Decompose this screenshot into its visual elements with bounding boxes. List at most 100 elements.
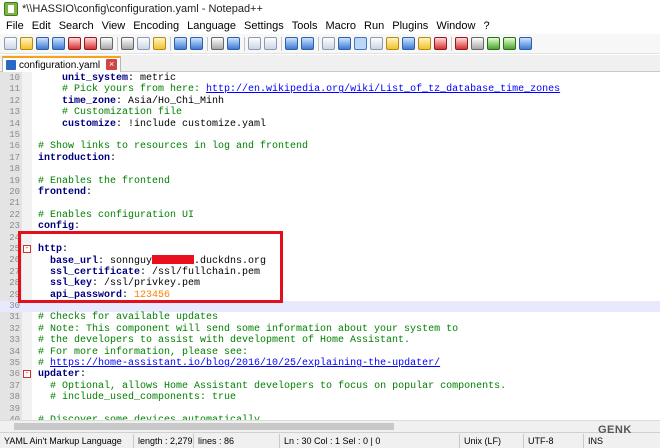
tab-configuration-yaml[interactable]: configuration.yaml ×	[2, 56, 122, 72]
cut-icon[interactable]	[121, 37, 134, 50]
menu-item[interactable]: Macro	[321, 18, 360, 34]
yaml-link[interactable]: http://en.wikipedia.org/wiki/List_of_tz_…	[206, 84, 560, 95]
toolbar	[0, 34, 660, 54]
monitoring-icon[interactable]	[434, 37, 447, 50]
yaml-text: : Asia/Ho_Chi_Minh	[116, 95, 225, 107]
code-line[interactable]: 34 # For more information, please see:	[0, 347, 660, 358]
yaml-key: frontend	[38, 187, 87, 198]
code-line[interactable]: 12 time_zone: Asia/Ho_Chi_Minh	[0, 96, 660, 107]
record-macro-icon[interactable]	[455, 37, 468, 50]
toolbar-separator	[451, 36, 452, 51]
code-line[interactable]: 36- updater:	[0, 369, 660, 380]
save-icon[interactable]	[36, 37, 49, 50]
code-text: customize: !include customize.yaml	[38, 119, 266, 130]
menu-item[interactable]: Tools	[288, 18, 322, 34]
code-line[interactable]: 14 customize: !include customize.yaml	[0, 119, 660, 130]
doc-map-icon[interactable]	[386, 37, 399, 50]
code-line[interactable]: 39	[0, 404, 660, 415]
scrollbar-thumb[interactable]	[14, 423, 394, 430]
code-line[interactable]: 38 # include_used_components: true	[0, 392, 660, 403]
zoom-in-icon[interactable]	[248, 37, 261, 50]
function-list-icon[interactable]	[402, 37, 415, 50]
line-number: 32	[9, 323, 20, 334]
code-line[interactable]: 19 # Enables the frontend	[0, 176, 660, 187]
tab-close-icon[interactable]: ×	[106, 59, 118, 70]
save-macro-icon[interactable]	[519, 37, 532, 50]
paste-icon[interactable]	[153, 37, 166, 50]
word-wrap-icon[interactable]	[322, 37, 335, 50]
editor-area[interactable]: 10 unit_system: metric 11 # Pick yours fr…	[0, 72, 660, 420]
menu-item[interactable]: View	[98, 18, 130, 34]
code-line[interactable]: 11 # Pick yours from here: http://en.wik…	[0, 84, 660, 95]
yaml-link[interactable]: https://home-assistant.io/blog/2016/10/2…	[50, 358, 440, 369]
menu-item[interactable]: Run	[360, 18, 388, 34]
fold-toggle-icon[interactable]: -	[23, 370, 31, 379]
code-line[interactable]: 37 # Optional, allows Home Assistant dev…	[0, 381, 660, 392]
open-file-icon[interactable]	[20, 37, 33, 50]
line-number: 31	[9, 312, 20, 323]
toolbar-separator	[281, 36, 282, 51]
play-macro-icon[interactable]	[487, 37, 500, 50]
menu-item[interactable]: Plugins	[388, 18, 432, 34]
undo-icon[interactable]	[174, 37, 187, 50]
stop-macro-icon[interactable]	[471, 37, 484, 50]
yaml-text: :	[86, 187, 93, 198]
menu-bar: File Edit Search View Encoding Language Settin…	[0, 18, 660, 34]
menu-item[interactable]: Settings	[240, 18, 288, 34]
save-all-icon[interactable]	[52, 37, 65, 50]
yaml-comment: # Note: This component will send some in…	[38, 323, 459, 335]
line-number: 17	[9, 152, 20, 163]
yaml-text: :	[110, 152, 117, 164]
code-text: # include_used_components: true	[38, 392, 236, 403]
code-line[interactable]: 31 # Checks for available updates	[0, 312, 660, 323]
line-number: 20	[9, 187, 20, 197]
find-icon[interactable]	[211, 37, 224, 50]
menu-item[interactable]: Language	[183, 18, 240, 34]
indent-guide-icon[interactable]	[354, 37, 367, 50]
code-line[interactable]: 21	[0, 198, 660, 209]
language-icon[interactable]	[370, 37, 383, 50]
code-line[interactable]: 13 # Customization file	[0, 107, 660, 118]
line-number: 26	[9, 255, 20, 266]
code-line[interactable]: 33 # the developers to assist with develo…	[0, 335, 660, 346]
menu-item[interactable]: Window	[432, 18, 479, 34]
code-line[interactable]: 15	[0, 130, 660, 141]
line-number: 21	[9, 198, 20, 209]
code-line[interactable]: 17 introduction:	[0, 153, 660, 164]
folder-workspace-icon[interactable]	[418, 37, 431, 50]
yaml-comment: # Show links to resources in log and fro…	[38, 141, 309, 153]
show-all-chars-icon[interactable]	[338, 37, 351, 50]
sync-vertical-icon[interactable]	[285, 37, 298, 50]
copy-icon[interactable]	[137, 37, 150, 50]
menu-item[interactable]: Encoding	[129, 18, 183, 34]
new-file-icon[interactable]	[4, 37, 17, 50]
code-text: updater:	[38, 369, 86, 380]
code-line[interactable]: 35 # https://home-assistant.io/blog/2016/…	[0, 358, 660, 369]
code-line[interactable]: 32 # Note: This component will send some …	[0, 324, 660, 335]
zoom-out-icon[interactable]	[264, 37, 277, 50]
code-line[interactable]: 10 unit_system: metric	[0, 73, 660, 84]
replace-icon[interactable]	[227, 37, 240, 50]
yaml-comment: # Enables the frontend	[38, 175, 171, 187]
close-icon[interactable]	[68, 37, 81, 50]
menu-item[interactable]: ?	[479, 18, 493, 34]
yaml-key: customize	[62, 118, 117, 130]
http-section-highlight	[18, 231, 283, 303]
run-macro-multiple-icon[interactable]	[503, 37, 516, 50]
horizontal-scrollbar[interactable]	[0, 420, 660, 432]
yaml-text	[38, 107, 62, 118]
code-line[interactable]: 18	[0, 164, 660, 175]
sync-horizontal-icon[interactable]	[301, 37, 314, 50]
close-all-icon[interactable]	[84, 37, 97, 50]
print-icon[interactable]	[100, 37, 113, 50]
redo-icon[interactable]	[190, 37, 203, 50]
code-text: # Show links to resources in log and fro…	[38, 141, 308, 152]
code-line[interactable]: 16 # Show links to resources in log and f…	[0, 141, 660, 152]
code-line[interactable]: 20 frontend:	[0, 187, 660, 198]
menu-item[interactable]: Search	[55, 18, 98, 34]
menu-item[interactable]: Edit	[28, 18, 55, 34]
yaml-key: unit_system	[62, 73, 129, 84]
code-line[interactable]: 22 # Enables configuration UI	[0, 210, 660, 221]
yaml-text	[38, 381, 50, 392]
menu-item[interactable]: File	[2, 18, 28, 34]
